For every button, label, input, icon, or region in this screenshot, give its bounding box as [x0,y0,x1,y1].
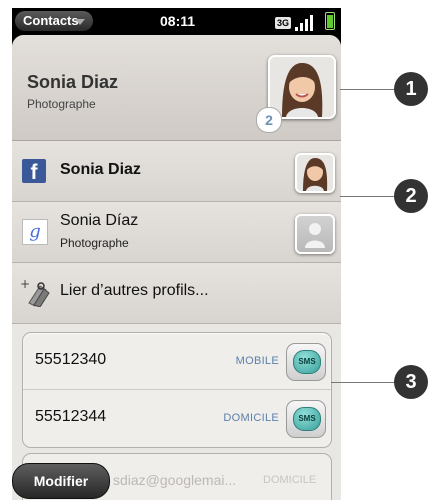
app-menu-label: Contacts [23,13,79,28]
status-bar: Contacts 08:11 3G [12,8,341,35]
google-icon: g [22,219,48,245]
callout-line [340,89,396,90]
avatar-photo-icon [297,155,333,191]
chevron-down-icon [75,19,85,25]
contact-name: Sonia Diaz [27,72,119,92]
sms-icon: SMS [293,407,321,431]
phone-numbers-group: 55512340 MOBILE SMS 55512344 DOMICILE SM… [22,332,332,448]
profile-row-google[interactable]: g Sonia Díaz Photographe [12,202,341,263]
profile-subtitle: Photographe [60,236,129,250]
phone-type: MOBILE [235,355,279,367]
callout-badge: 3 [394,365,428,399]
link-profiles-icon: + [20,277,50,307]
link-profiles-button[interactable]: + Lier d’autres profils... [12,263,341,324]
profile-photo-placeholder [295,214,335,254]
profile-count-badge: 2 [256,107,282,133]
profile-row-facebook[interactable]: f Sonia Diaz [12,141,341,202]
modify-button[interactable]: Modifier [12,463,110,499]
callout-line [331,382,396,383]
callout-line [340,196,396,197]
profile-name: Sonia Diaz [60,161,141,178]
contact-title: Photographe [27,97,96,111]
callout-badge: 2 [394,179,428,213]
svg-text:+: + [20,277,30,291]
signal-strength-icon [295,13,319,31]
sms-icon: SMS [293,350,321,374]
app-menu-button[interactable]: Contacts [15,11,93,31]
phone-type: DOMICILE [223,412,279,424]
link-profiles-label: Lier d’autres profils... [60,282,209,299]
phone-number: 55512340 [35,351,107,368]
avatar-photo-icon [270,57,334,117]
clock: 08:11 [160,13,196,29]
battery-icon [325,12,335,30]
email-address: sdiaz@googlemai... [113,472,237,488]
profile-name: Sonia Díaz [60,212,139,229]
contact-header: Sonia Diaz Photographe 2 [12,35,341,141]
person-placeholder-icon [305,223,325,248]
phone-row[interactable]: 55512344 DOMICILE SMS [23,390,331,446]
facebook-icon: f [22,159,46,184]
contact-card: Sonia Diaz Photographe 2 f Sonia Diaz g … [12,35,341,500]
phone-row[interactable]: 55512340 MOBILE SMS [23,333,331,390]
device-screen: Contacts 08:11 3G Sonia Diaz Photographe [12,8,341,500]
sms-button[interactable]: SMS [286,400,326,438]
sms-button[interactable]: SMS [286,343,326,381]
network-type-icon: 3G [275,17,291,29]
callout-badge: 1 [394,72,428,106]
email-type: DOMICILE [263,474,317,486]
phone-number: 55512344 [35,408,107,425]
profile-photo [295,153,335,193]
